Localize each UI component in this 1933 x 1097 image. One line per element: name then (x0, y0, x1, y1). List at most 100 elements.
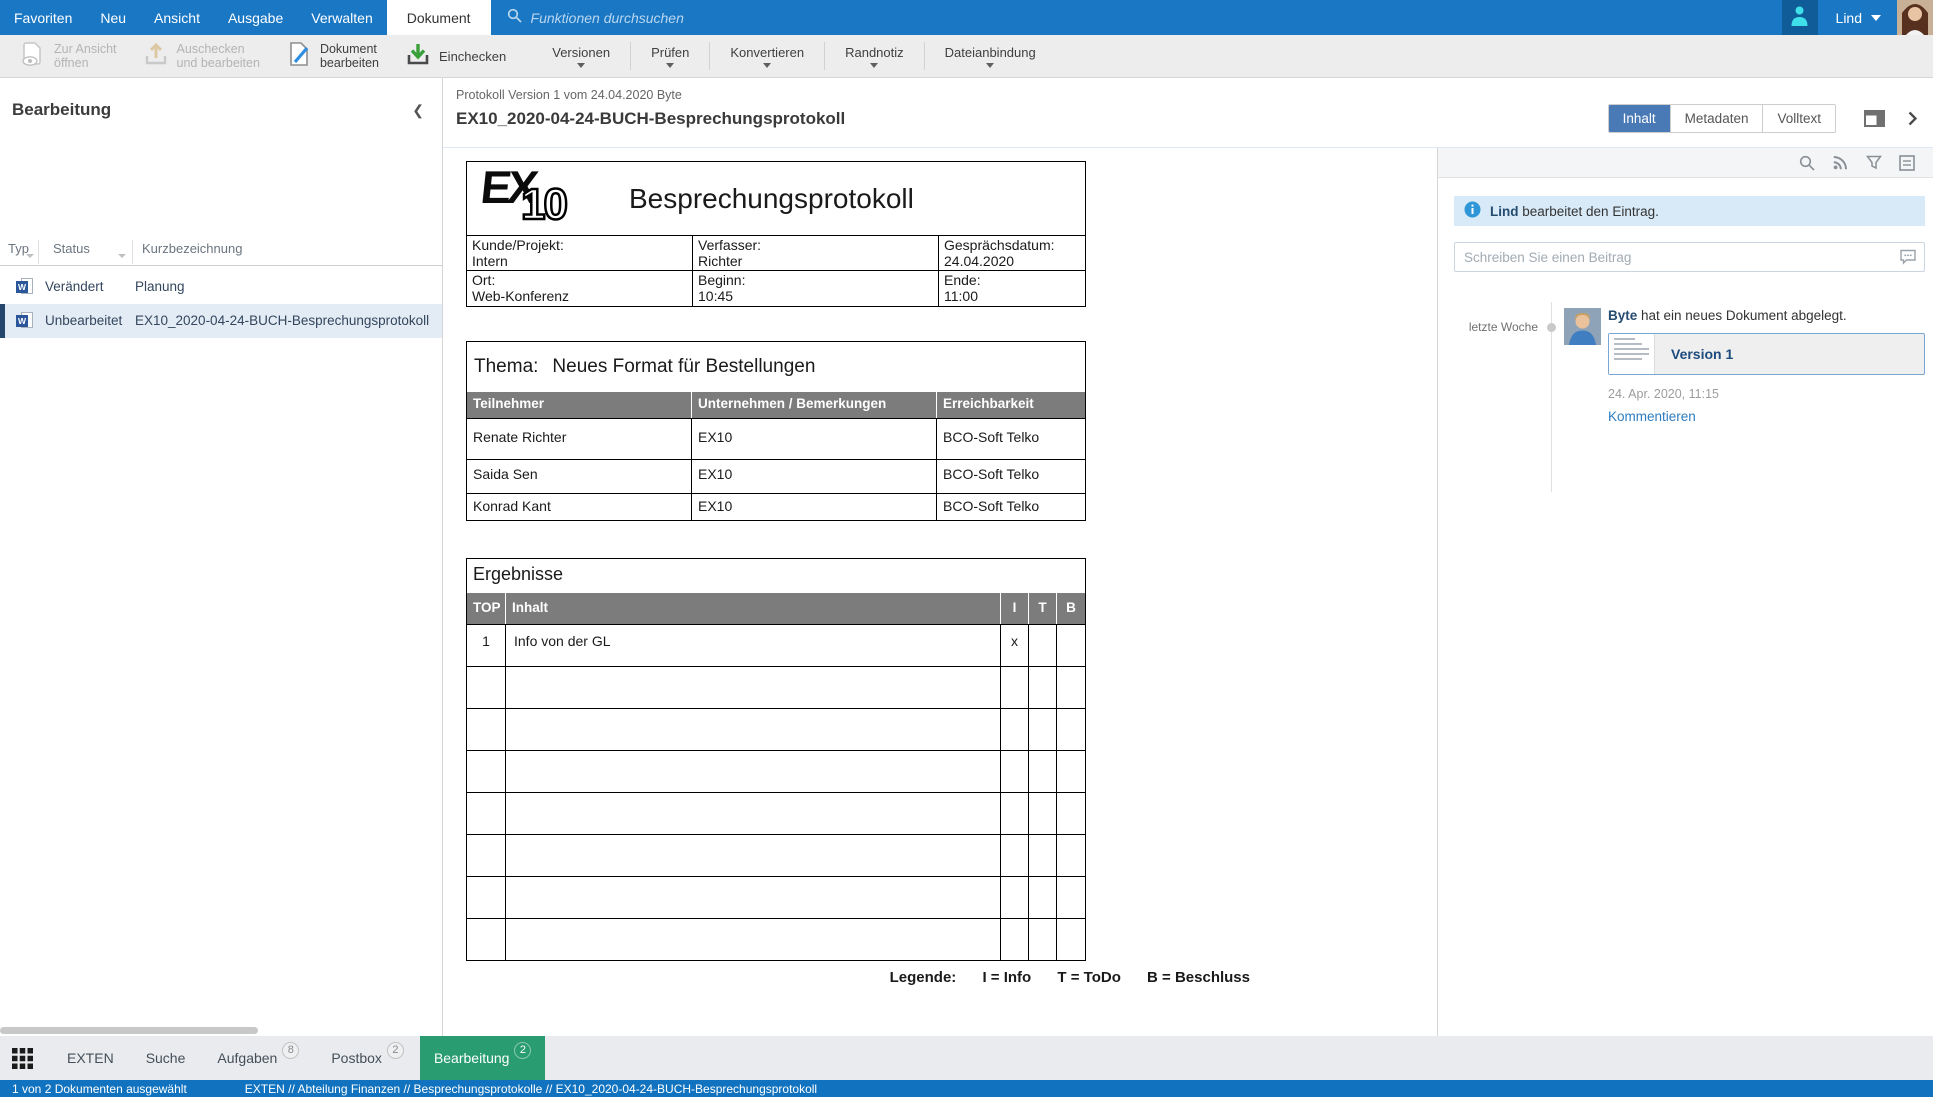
app-window: Favoriten Neu Ansicht Ausgabe Verwalten … (0, 0, 1933, 1097)
col-teilnehmer: Teilnehmer (467, 392, 692, 418)
checkin-arrow-icon (405, 41, 431, 72)
tab-inhalt[interactable]: Inhalt (1609, 105, 1671, 132)
open-in-viewer-button: Zur Ansicht öffnen (20, 41, 117, 72)
sidenote-dropdown[interactable]: Randnotiz (825, 45, 924, 68)
checkout-edit-label-2: und bearbeiten (177, 56, 260, 70)
workspace-tabbar: EXTEN Suche Aufgaben8 Postbox2 Bearbeitu… (0, 1036, 1933, 1080)
document-eye-icon (20, 41, 46, 72)
edit-document-label-2: bearbeiten (320, 56, 379, 70)
feed-user-avatar[interactable] (1564, 308, 1601, 345)
feed-panel: Lind bearbeitet den Eintrag. letzte Woch… (1437, 148, 1933, 1036)
empty-result-row (467, 792, 1085, 834)
check-dropdown[interactable]: Prüfen (631, 45, 709, 68)
horizontal-scrollbar[interactable] (0, 1027, 258, 1034)
chevron-down-icon (870, 63, 878, 68)
datum-label: Gesprächsdatum: (944, 237, 1080, 253)
check-label: Prüfen (651, 45, 689, 60)
tab-badge: 8 (282, 1042, 299, 1059)
col-inhalt: Inhalt (506, 593, 1001, 624)
list-column-headers: Typ Status Kurzbezeichnung (0, 238, 442, 266)
col-i: I (1001, 593, 1029, 624)
feed-search-icon[interactable] (1799, 155, 1815, 171)
function-search[interactable]: Funktionen durchsuchen (491, 0, 700, 35)
breadcrumb: EXTEN // Abteilung Finanzen // Besprechu… (245, 1082, 817, 1096)
beginn-label: Beginn: (698, 272, 933, 288)
participant-row: Saida Sen EX10 BCO-Soft Telko (467, 459, 1085, 493)
checkout-edit-label-1: Auschecken (177, 42, 260, 56)
document-meta: Protokoll Version 1 vom 24.04.2020 Byte (456, 88, 682, 102)
chevron-down-icon (986, 63, 994, 68)
user-presence-button[interactable] (1782, 0, 1818, 35)
task-list-panel: Bearbeitung ❮ Typ Status Kurzbezeichnung… (0, 78, 443, 1036)
panel-title: Bearbeitung (12, 100, 111, 120)
legend-info: I = Info (982, 969, 1031, 986)
checkin-button[interactable]: Einchecken (405, 41, 506, 72)
menu-verwalten[interactable]: Verwalten (297, 0, 386, 35)
feed-subscribe-icon[interactable] (1832, 154, 1849, 171)
user-avatar[interactable] (1897, 0, 1933, 35)
chevron-down-icon (1871, 15, 1881, 21)
tab-suche[interactable]: Suche (130, 1036, 202, 1080)
empty-result-row (467, 666, 1085, 708)
item-name: Planung (135, 279, 185, 294)
tab-postbox[interactable]: Postbox2 (315, 1036, 420, 1080)
collapse-panel-icon[interactable]: ❮ (412, 102, 424, 119)
feed-filter-icon[interactable] (1866, 155, 1882, 170)
col-top: TOP (467, 593, 506, 624)
function-search-placeholder: Funktionen durchsuchen (531, 10, 684, 26)
versions-dropdown[interactable]: Versionen (532, 45, 630, 68)
edit-notice-banner: Lind bearbeitet den Eintrag. (1454, 196, 1925, 226)
document-preview: EX 10 Besprechungsprotokoll Kunde/Projek… (443, 148, 1437, 1036)
layout-pane-icon[interactable] (1864, 110, 1885, 127)
filter-caret-icon[interactable] (118, 254, 126, 258)
chevron-down-icon (577, 63, 585, 68)
chevron-right-icon[interactable] (1907, 110, 1918, 127)
verfasser-value: Richter (698, 253, 933, 269)
ex10-logo: EX 10 (481, 166, 601, 232)
menu-ausgabe[interactable]: Ausgabe (214, 0, 297, 35)
col-unternehmen: Unternehmen / Bemerkungen (692, 392, 937, 418)
version-card[interactable]: Version 1 (1608, 333, 1925, 375)
menu-dokument-active[interactable]: Dokument (387, 0, 491, 35)
toolbar: Zur Ansicht öffnen Auschecken und bearbe… (0, 35, 1933, 78)
feed-entry-text: hat ein neues Dokument abgelegt. (1637, 308, 1846, 323)
list-item-planung[interactable]: W Verändert Planung (0, 270, 442, 304)
selection-status: 1 von 2 Dokumenten ausgewählt (12, 1082, 187, 1096)
feed-entry: letzte Woche Byte hat ein neues Dokument… (1438, 302, 1933, 492)
column-kurzbezeichnung[interactable]: Kurzbezeichnung (142, 241, 242, 256)
tab-aufgaben[interactable]: Aufgaben8 (201, 1036, 315, 1080)
feed-entries-icon[interactable] (1899, 155, 1915, 171)
tab-volltext[interactable]: Volltext (1763, 105, 1835, 132)
comment-link[interactable]: Kommentieren (1608, 409, 1925, 424)
tile-menu-icon[interactable] (12, 1048, 33, 1069)
legend: Legende: I = Info T = ToDo B = Beschluss (466, 969, 1250, 986)
empty-result-row (467, 708, 1085, 750)
column-status[interactable]: Status (53, 241, 90, 256)
list-item-besprechungsprotokoll[interactable]: W Unbearbeitet EX10_2020-04-24-BUCH-Besp… (0, 304, 442, 338)
kunde-label: Kunde/Projekt: (472, 237, 687, 253)
user-menu[interactable]: Lind (1818, 0, 1897, 35)
protocol-header-box: EX 10 Besprechungsprotokoll (466, 161, 1086, 236)
thema-label: Thema: (474, 356, 538, 378)
tab-bearbeitung-active[interactable]: Bearbeitung2 (420, 1036, 546, 1080)
filter-caret-icon[interactable] (26, 254, 34, 258)
edit-document-button[interactable]: Dokument bearbeiten (286, 41, 379, 72)
menu-ansicht[interactable]: Ansicht (140, 0, 214, 35)
col-t: T (1029, 593, 1057, 624)
feed-timestamp: 24. Apr. 2020, 11:15 (1608, 387, 1925, 401)
menu-favoriten[interactable]: Favoriten (0, 0, 86, 35)
column-divider (38, 240, 39, 264)
speech-bubble-icon[interactable] (1899, 249, 1917, 270)
col-b: B (1057, 593, 1085, 624)
status-bar: 1 von 2 Dokumenten ausgewählt EXTEN // A… (0, 1080, 1933, 1097)
convert-dropdown[interactable]: Konvertieren (710, 45, 824, 68)
tab-exten[interactable]: EXTEN (51, 1036, 130, 1080)
menu-neu[interactable]: Neu (86, 0, 140, 35)
word-document-icon: W (16, 312, 35, 330)
col-erreichbarkeit: Erreichbarkeit (937, 392, 1085, 418)
comment-input[interactable] (1454, 242, 1925, 272)
file-link-dropdown[interactable]: Dateianbindung (925, 45, 1056, 68)
tab-metadaten[interactable]: Metadaten (1671, 105, 1764, 132)
upload-tray-icon (143, 41, 169, 72)
tab-badge: 2 (387, 1042, 404, 1059)
